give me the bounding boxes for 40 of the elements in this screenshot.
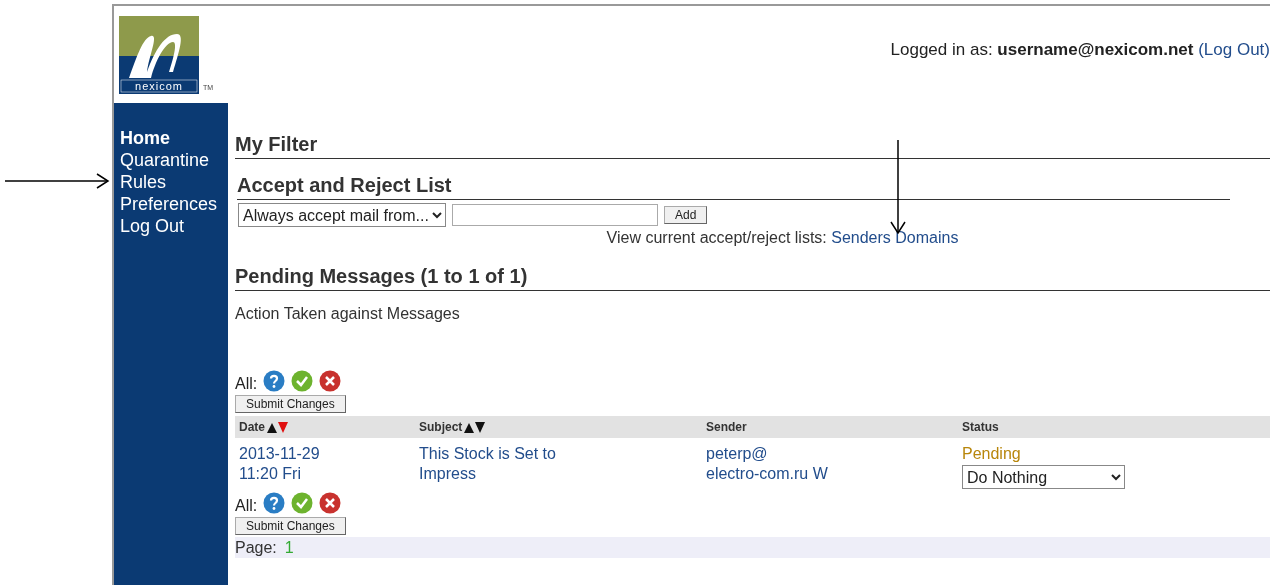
reject-icon[interactable] [319, 370, 342, 392]
checkmark-icon[interactable] [291, 492, 314, 514]
column-header: Subject [419, 420, 463, 434]
status-text: Pending [962, 444, 1022, 464]
section-heading: Accept and Reject List [237, 174, 1230, 200]
list-dropdown[interactable]: Always accept mail from... [238, 203, 446, 227]
submit-button[interactable]: Submit Changes [235, 517, 346, 535]
reject-icon[interactable] [319, 492, 342, 514]
sort-arrows-icon[interactable] [267, 421, 289, 433]
subject-link[interactable]: This Stock is Set to Impress [415, 444, 702, 489]
submit-button[interactable]: Submit Changes [235, 395, 346, 413]
page-label: Page: [235, 538, 277, 557]
action-dropdown[interactable]: Do Nothing [962, 465, 1125, 489]
add-button[interactable]: Add [664, 206, 708, 224]
logout-link[interactable]: (Log Out) [1198, 39, 1270, 59]
help-icon[interactable] [263, 370, 286, 392]
column-header: Status [962, 420, 999, 434]
logo: nexicom [119, 15, 199, 94]
date-link[interactable]: 2013-11-29 11:20 Fri [235, 444, 415, 489]
sidebar-item[interactable]: Preferences [120, 193, 218, 215]
sort-arrows-icon[interactable] [464, 421, 487, 433]
list-link[interactable]: Domains [895, 229, 959, 246]
column-header: Sender [706, 420, 747, 434]
sidebar-item[interactable]: Rules [120, 171, 167, 193]
list-link[interactable]: Senders [831, 229, 891, 246]
sidebar-item[interactable]: Home [120, 127, 170, 149]
help-icon[interactable] [263, 492, 286, 514]
section-heading: Pending Messages (1 to 1 of 1) [235, 265, 1270, 291]
page-heading: My Filter [235, 133, 1270, 159]
section-subtitle: Action Taken against Messages [235, 305, 461, 323]
checkmark-icon[interactable] [291, 370, 314, 392]
sender-link[interactable]: peterp@ electro-com.ru W [702, 444, 958, 489]
all-label: All: [235, 497, 258, 515]
view-lists-text: View current accept/reject lists: [606, 229, 827, 246]
login-status: Logged in as: username@nexicom.net [890, 39, 1194, 59]
sidebar-item[interactable]: Quarantine [120, 149, 210, 171]
address-input[interactable] [452, 204, 658, 226]
sidebar-item[interactable]: Log Out [120, 215, 185, 237]
all-label: All: [235, 375, 258, 393]
column-header: Date [239, 420, 265, 434]
